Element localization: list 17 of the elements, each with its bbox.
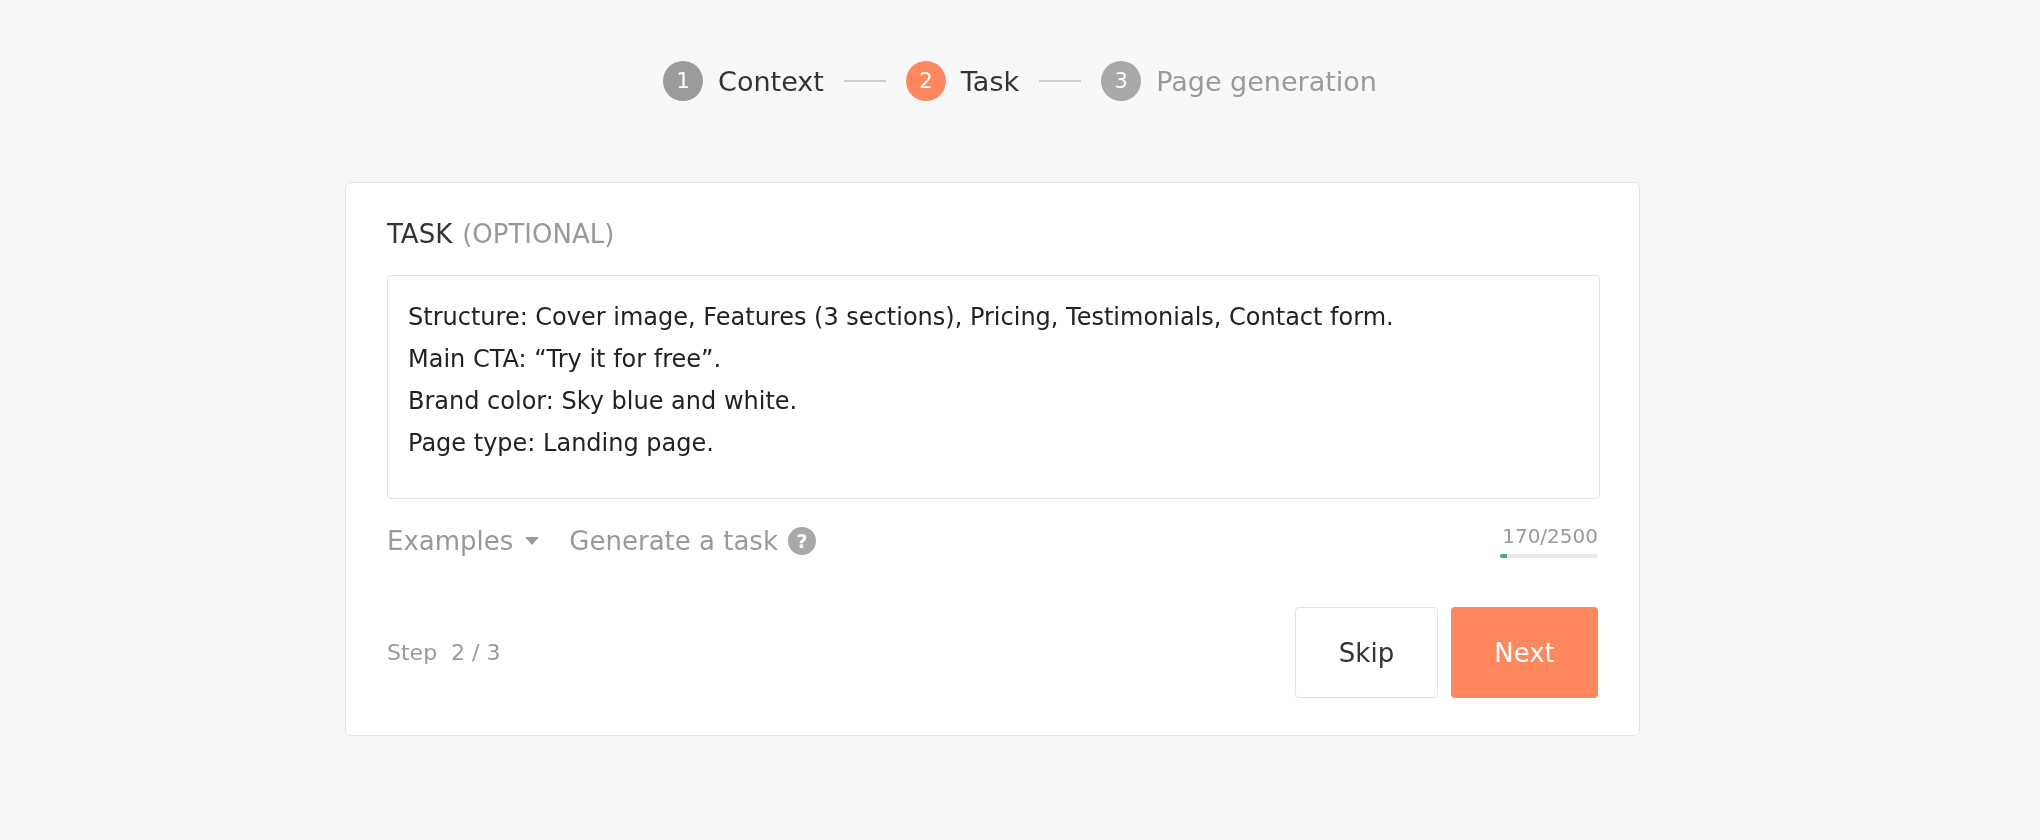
step-number-badge: 1 [663,61,704,101]
step-label: Task [960,65,1020,97]
help-icon[interactable]: ? [787,527,816,555]
step-indicator: Step 2 / 3 [387,640,501,665]
examples-dropdown[interactable]: Examples [387,526,514,556]
skip-button[interactable]: Skip [1295,607,1438,698]
next-button[interactable]: Next [1451,607,1598,698]
section-title: TASK [387,219,453,249]
caret-icon [525,537,540,545]
optional-note: (OPTIONAL) [462,219,615,249]
step-number-badge: 3 [1101,61,1142,101]
step-number-badge: 2 [905,61,946,101]
step-label: Page generation [1156,65,1377,97]
task-field[interactable]: Structure: Cover image, Features (3 sections), Pricing, Testimonials, Contact form. Main CTA: “Try it for free”. Brand color: Sky blue and white. Page type: Landing page. [387,275,1600,499]
generate-task-link[interactable]: Generate a task [569,526,778,556]
character-count: 170/2500 [1502,524,1598,548]
step-label: Context [718,65,824,97]
